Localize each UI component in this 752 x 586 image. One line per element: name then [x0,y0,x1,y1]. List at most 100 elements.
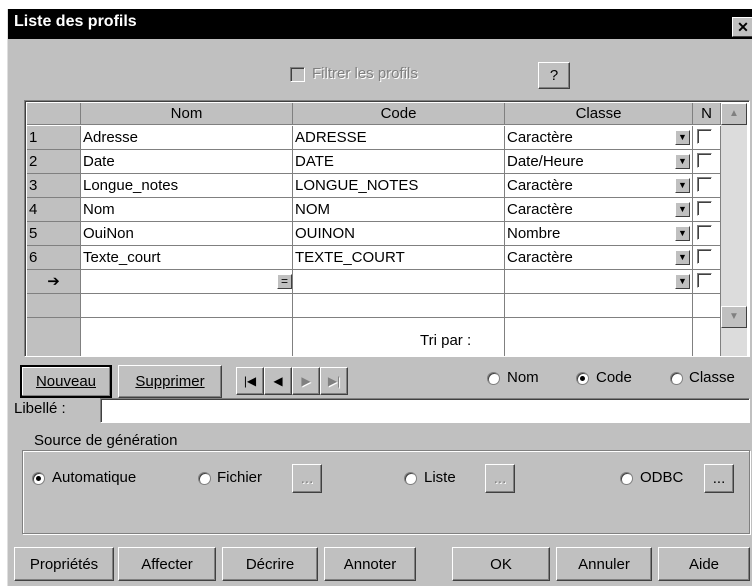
sort-code-label: Code [596,369,632,386]
classe-dropdown-icon[interactable]: ▼ [675,226,690,241]
cell-code[interactable]: DATE [293,150,505,174]
new-button-label: Nouveau [35,373,97,390]
empty-cell [693,294,721,318]
cell-classe[interactable]: Caractère [505,126,693,150]
help-footer-button[interactable]: Aide [658,547,750,581]
n-checkbox[interactable] [697,201,712,216]
dialog-window: Liste des profils ✕ Filtrer les profils … [7,9,752,586]
cell-nom[interactable]: Nom [81,198,293,222]
classe-dropdown-icon[interactable]: ▼ [675,274,690,289]
title-bar[interactable]: Liste des profils ✕ [8,9,752,39]
libelle-label: Libellé : [14,400,66,417]
properties-button[interactable]: Propriétés [14,547,114,581]
column-header-n[interactable]: N [693,103,721,125]
sort-by-label: Tri par : [420,332,472,349]
scroll-down-icon[interactable]: ▼ [721,306,747,328]
cell-classe[interactable]: Nombre [505,222,693,246]
sort-code-radio[interactable] [576,372,589,385]
new-cell-code[interactable] [293,270,505,294]
classe-dropdown-icon[interactable]: ▼ [675,130,690,145]
empty-row-header [27,294,81,318]
empty-cell [293,318,505,356]
source-auto-radio[interactable] [32,472,45,485]
sort-nom-label: Nom [507,369,539,386]
cell-classe[interactable]: Caractère [505,174,693,198]
assign-button[interactable]: Affecter [118,547,216,581]
row-number[interactable]: 4 [27,198,81,222]
liste-browse-button[interactable]: ... [485,464,515,493]
previous-record-icon[interactable]: ◀ [264,367,292,395]
n-checkbox[interactable] [697,129,712,144]
cell-code[interactable]: OUINON [293,222,505,246]
annotate-button[interactable]: Annoter [324,547,416,581]
row-number[interactable]: 3 [27,174,81,198]
row-number[interactable]: 1 [27,126,81,150]
cell-nom[interactable]: Adresse [81,126,293,150]
n-checkbox[interactable] [697,273,712,288]
cell-classe[interactable]: Caractère [505,246,693,270]
classe-dropdown-icon[interactable]: ▼ [675,202,690,217]
n-checkbox[interactable] [697,177,712,192]
libelle-input[interactable] [100,398,750,423]
n-checkbox[interactable] [697,153,712,168]
next-record-icon[interactable]: ▶ [292,367,320,395]
column-header-classe[interactable]: Classe [505,103,693,125]
column-header-code[interactable]: Code [293,103,505,125]
cell-classe[interactable]: Caractère [505,198,693,222]
classe-dropdown-icon[interactable]: ▼ [675,178,690,193]
cell-n [693,222,721,246]
new-button[interactable]: Nouveau [20,365,112,398]
source-group-title: Source de génération [30,432,182,449]
window-title: Liste des profils [14,13,137,30]
empty-cell [81,294,293,318]
source-odbc-radio[interactable] [620,472,633,485]
cell-code[interactable]: NOM [293,198,505,222]
classe-dropdown-icon[interactable]: ▼ [675,154,690,169]
cell-code[interactable]: LONGUE_NOTES [293,174,505,198]
source-fichier-radio[interactable] [198,472,211,485]
new-row-arrow-icon[interactable]: ➔ [27,270,81,294]
corner-header [27,103,81,125]
classe-dropdown-icon[interactable]: ▼ [675,250,690,265]
first-record-icon[interactable]: |◀ [236,367,264,395]
cell-nom[interactable]: Date [81,150,293,174]
empty-cell [293,294,505,318]
cell-nom[interactable]: OuiNon [81,222,293,246]
cell-nom[interactable]: Texte_court [81,246,293,270]
n-checkbox[interactable] [697,225,712,240]
cancel-button[interactable]: Annuler [556,547,652,581]
new-cell-nom[interactable] [81,270,293,294]
help-button[interactable]: ? [538,62,570,89]
vertical-scrollbar[interactable]: ▲ ▼ [721,103,747,356]
delete-button[interactable]: Supprimer [118,365,222,398]
cell-nom[interactable]: Longue_notes [81,174,293,198]
row-number[interactable]: 5 [27,222,81,246]
cell-code[interactable]: TEXTE_COURT [293,246,505,270]
cell-classe[interactable]: Date/Heure [505,150,693,174]
equals-button[interactable]: = [277,274,292,289]
empty-cell [693,318,721,356]
new-cell-classe[interactable] [505,270,693,294]
fichier-browse-button[interactable]: ... [292,464,322,493]
sort-classe-radio[interactable] [670,372,683,385]
source-auto-label: Automatique [52,469,137,486]
source-fichier-label: Fichier [217,469,263,486]
column-header-nom[interactable]: Nom [81,103,293,125]
empty-cell [505,294,693,318]
filter-profiles-checkbox[interactable] [290,67,305,82]
row-number[interactable]: 2 [27,150,81,174]
close-icon[interactable]: ✕ [732,17,752,37]
ok-button[interactable]: OK [452,547,550,581]
scroll-up-icon[interactable]: ▲ [721,103,747,125]
source-odbc-label: ODBC [640,469,684,486]
last-record-icon[interactable]: ▶| [320,367,348,395]
odbc-browse-button[interactable]: ... [704,464,734,493]
describe-button[interactable]: Décrire [222,547,318,581]
n-checkbox[interactable] [697,249,712,264]
row-number[interactable]: 6 [27,246,81,270]
new-cell-n [693,270,721,294]
empty-row-header [27,318,81,356]
source-liste-radio[interactable] [404,472,417,485]
sort-nom-radio[interactable] [487,372,500,385]
cell-code[interactable]: ADRESSE [293,126,505,150]
